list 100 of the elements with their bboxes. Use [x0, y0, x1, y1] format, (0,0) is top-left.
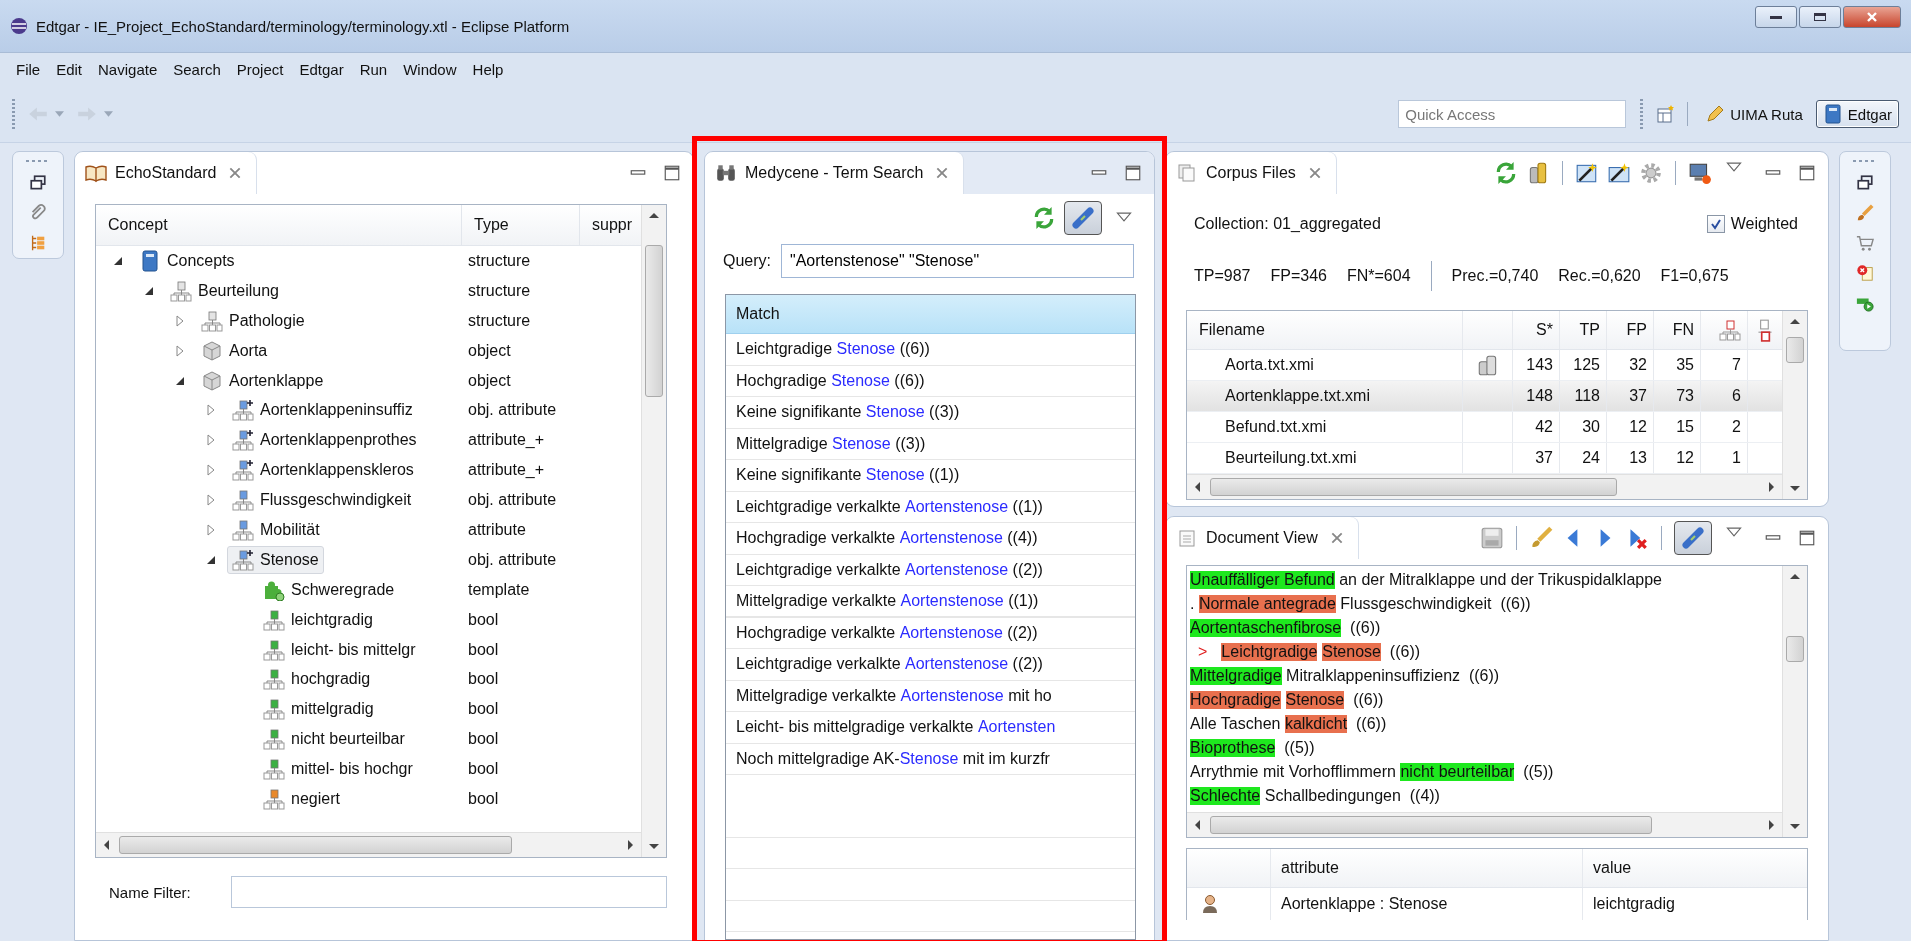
tree-node[interactable]: Concepts	[134, 246, 240, 275]
column-header[interactable]: S*	[1513, 311, 1560, 349]
maximize-icon[interactable]	[1798, 164, 1816, 182]
tree-node[interactable]: Flussgeschwindigkeit	[227, 486, 417, 515]
perspective-button[interactable]: Edtgar	[1815, 100, 1899, 128]
tree-toggle[interactable]	[174, 314, 186, 327]
menu-item[interactable]: Window	[395, 59, 465, 80]
horizontal-scrollbar[interactable]	[1187, 812, 1782, 837]
column-header[interactable]: TP	[1560, 311, 1607, 349]
menu-item[interactable]: Run	[351, 59, 396, 80]
perspective-button[interactable]: UIMA Ruta	[1698, 100, 1810, 128]
column-header[interactable]: value	[1583, 849, 1807, 887]
tree-node[interactable]: mittelgradig	[258, 695, 379, 724]
refresh-icon[interactable]	[1494, 161, 1518, 185]
tree-node[interactable]: Mobilität	[227, 515, 325, 544]
match-row[interactable]: Hochgradige verkalkte Aortenstenose ((4))	[726, 523, 1135, 555]
quick-access-field[interactable]: Quick Access	[1398, 100, 1627, 128]
view-menu-icon[interactable]	[1726, 162, 1742, 173]
vertical-scrollbar[interactable]	[1782, 566, 1807, 837]
brush-icon[interactable]	[1856, 204, 1874, 222]
restore-icon[interactable]	[1856, 174, 1874, 192]
column-header[interactable]: Match	[726, 295, 1135, 334]
match-row[interactable]: Mittelgradige verkalkte Aortenstenose mit ho	[726, 680, 1135, 712]
wand-icon[interactable]	[1575, 161, 1599, 185]
horizontal-scrollbar[interactable]	[1187, 474, 1782, 499]
monitor-icon[interactable]	[1688, 161, 1712, 185]
view-tab[interactable]: Medycene - Term Search	[705, 152, 964, 194]
horizontal-scrollbar[interactable]	[96, 832, 641, 857]
gear-icon[interactable]	[1639, 161, 1663, 185]
match-row[interactable]: Mittelgradige verkalkte Aortenstenose ((1))	[726, 586, 1135, 618]
close-icon[interactable]	[228, 166, 243, 180]
column-header[interactable]: suppr	[580, 205, 641, 245]
paperclip-icon[interactable]	[29, 204, 47, 222]
file-row[interactable]: Befund.txt.xmi 42 30 12 15 2	[1187, 412, 1782, 443]
maximize-button[interactable]	[1799, 6, 1841, 28]
tree-node[interactable]: leicht- bis mittelgr	[258, 635, 421, 664]
menu-item[interactable]: Edtgar	[291, 59, 352, 80]
wand-icon[interactable]	[1607, 161, 1631, 185]
tree-toggle[interactable]	[205, 494, 217, 507]
tree-node[interactable]: negiert	[258, 784, 345, 813]
tree-node[interactable]: mittel- bis hochgr	[258, 755, 418, 784]
refresh-icon[interactable]	[1032, 206, 1056, 230]
restore-icon[interactable]	[29, 174, 47, 192]
tree-node[interactable]: Aortenklappenprothes	[227, 426, 422, 455]
close-icon[interactable]	[1307, 166, 1322, 180]
tree-node[interactable]: Schweregrade	[258, 575, 400, 604]
match-row[interactable]: Leicht- bis mittelgradige verkalkte Aortensten	[726, 712, 1135, 744]
column-header[interactable]: FN	[1654, 311, 1701, 349]
menu-item[interactable]: Search	[165, 59, 229, 80]
tree-node[interactable]: Aortenklappe	[196, 366, 329, 395]
column-header[interactable]: Filename	[1187, 311, 1463, 349]
tree-toggle[interactable]	[205, 404, 217, 417]
tree-toggle[interactable]	[205, 523, 217, 536]
match-row[interactable]: Hochgradige Stenose ((6))	[726, 365, 1135, 397]
column-header[interactable]: Concept	[96, 205, 462, 245]
tree-toggle[interactable]	[174, 344, 186, 357]
brush-icon[interactable]	[1529, 526, 1553, 550]
tree-node[interactable]: Aorta	[196, 336, 273, 365]
menu-item[interactable]: File	[8, 59, 49, 80]
column-header[interactable]: attribute	[1271, 849, 1583, 887]
menu-item[interactable]: Edit	[48, 59, 91, 80]
cart-icon[interactable]	[1856, 234, 1874, 252]
match-row[interactable]: Leichtgradige verkalkte Aortenstenose ((2))	[726, 554, 1135, 586]
match-row[interactable]: Keine signifikante Stenose ((1))	[726, 460, 1135, 492]
file-row[interactable]: Aortenklappe.txt.xmi 148 118 37 73 6	[1187, 381, 1782, 412]
close-icon[interactable]	[1329, 531, 1344, 545]
column-header[interactable]: Type	[462, 205, 580, 245]
minimize-button[interactable]	[1755, 6, 1797, 28]
tree-node[interactable]: Stenose	[227, 545, 324, 574]
maximize-icon[interactable]	[663, 164, 681, 182]
menu-item[interactable]: Help	[464, 59, 512, 80]
column-header[interactable]: FP	[1607, 311, 1654, 349]
name-filter-field[interactable]	[230, 876, 667, 908]
tree-node[interactable]: Aortenklappenskleros	[227, 456, 419, 485]
tree-toggle[interactable]	[205, 464, 217, 477]
maximize-icon[interactable]	[1124, 164, 1142, 182]
menu-item[interactable]: Project	[228, 59, 292, 80]
view-menu-icon[interactable]	[1726, 527, 1742, 538]
match-row[interactable]: Leichtgradige verkalkte Aortenstenose ((1))	[726, 491, 1135, 523]
tree-node[interactable]: nicht beurteilbar	[258, 725, 410, 754]
tree-toggle[interactable]	[205, 434, 217, 447]
tree-node[interactable]: hochgradig	[258, 665, 376, 694]
dropdown-caret-icon[interactable]	[104, 110, 113, 118]
vertical-scrollbar[interactable]	[641, 205, 666, 857]
tree-node[interactable]: Aortenklappeninsuffiz	[227, 396, 418, 425]
tree-node[interactable]: Pathologie	[196, 306, 310, 335]
query-field[interactable]: "Aortenstenose" "Stenose"	[781, 244, 1134, 278]
vertical-scrollbar[interactable]	[1782, 311, 1807, 499]
tree-node[interactable]: leichtgradig	[258, 605, 378, 634]
match-row[interactable]: Hochgradige verkalkte Aortenstenose ((2))	[726, 617, 1135, 649]
match-row[interactable]: Leichtgradige verkalkte Aortenstenose ((2))	[726, 649, 1135, 681]
menu-item[interactable]: Navigate	[90, 59, 166, 80]
match-row[interactable]: Leichtgradige Stenose ((6))	[726, 334, 1135, 366]
link-button[interactable]	[1674, 521, 1712, 555]
hierarchy-icon[interactable]	[29, 234, 47, 252]
dropdown-caret-icon[interactable]	[55, 110, 64, 118]
maximize-icon[interactable]	[1798, 529, 1816, 547]
view-menu-icon[interactable]	[1116, 212, 1132, 223]
weighted-checkbox[interactable]: Weighted	[1706, 215, 1798, 233]
hierarchy-icon[interactable]	[1719, 318, 1741, 342]
